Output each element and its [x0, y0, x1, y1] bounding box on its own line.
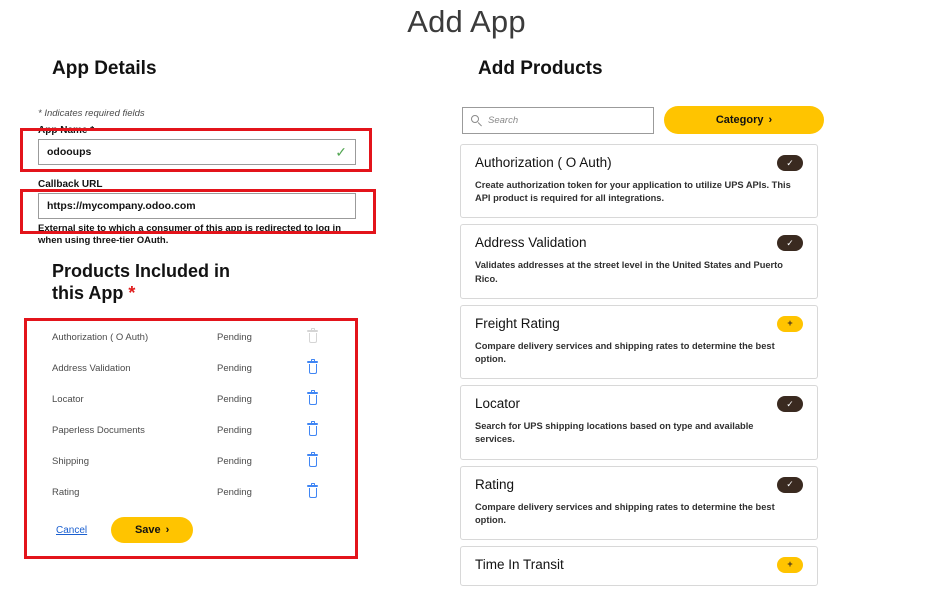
- product-card[interactable]: Authorization ( O Auth) ✓ Create authoriza…: [460, 144, 818, 219]
- product-add-icon[interactable]: +: [777, 315, 803, 332]
- delete-product-button[interactable]: [307, 389, 331, 408]
- required-asterisk: *: [128, 283, 136, 304]
- product-card-description: Validates addresses at the street level …: [475, 260, 783, 284]
- status-badge: Pending: [217, 487, 252, 498]
- callback-url-helper-text: External site to which a consumer of thi…: [38, 223, 342, 247]
- search-input[interactable]: Search: [462, 106, 654, 134]
- product-card-title: Address Validation: [475, 235, 587, 251]
- badge-glyph: +: [787, 559, 793, 570]
- table-row: Rating Pending: [28, 477, 353, 508]
- app-name-field-group: App Name * odooups ✓: [38, 125, 356, 165]
- product-card-list: Authorization ( O Auth) ✓ Create authoriza…: [460, 144, 933, 586]
- included-product-name: Shipping: [52, 456, 89, 467]
- delete-product-button[interactable]: [307, 420, 331, 439]
- table-row: Locator Pending: [28, 384, 353, 415]
- product-add-icon[interactable]: +: [777, 556, 803, 573]
- save-button[interactable]: Save ›: [111, 517, 194, 543]
- badge-glyph: +: [787, 318, 793, 329]
- delete-product-button[interactable]: [307, 358, 331, 377]
- included-products-panel: Authorization ( O Auth) Pending Address Va…: [28, 322, 353, 554]
- add-app-page: Add App App Details * Indicates required…: [0, 0, 933, 614]
- required-fields-note: * Indicates required fields: [38, 108, 145, 119]
- product-selected-check-icon[interactable]: ✓: [777, 155, 803, 171]
- search-placeholder: Search: [488, 114, 519, 126]
- product-selected-check-icon[interactable]: ✓: [777, 476, 803, 493]
- add-products-heading: Add Products: [478, 58, 603, 79]
- products-included-heading: Products Included in this App *: [52, 261, 252, 305]
- table-row: Paperless Documents Pending: [28, 415, 353, 446]
- category-button[interactable]: Category ›: [664, 106, 824, 134]
- delete-product-button[interactable]: [307, 451, 331, 470]
- trash-icon: [307, 482, 318, 498]
- table-row: Shipping Pending: [28, 446, 353, 477]
- product-card-description: Create authorization token for your appl…: [475, 180, 791, 204]
- save-button-label: Save: [134, 524, 161, 536]
- badge-glyph: ✓: [786, 398, 794, 409]
- product-card-description: Search for UPS shipping locations based …: [475, 421, 754, 445]
- status-badge: Pending: [217, 394, 252, 405]
- product-card[interactable]: Rating ✓ Compare delivery services and shi…: [460, 465, 818, 540]
- product-card-title: Locator: [475, 396, 521, 412]
- app-name-value: odooups: [47, 146, 92, 158]
- app-details-panel: App Details * Indicates required fields …: [0, 58, 420, 305]
- page-title: Add App: [407, 4, 526, 39]
- included-product-name: Authorization ( O Auth): [52, 332, 149, 343]
- product-card-description: Compare delivery services and shipping r…: [475, 501, 775, 525]
- included-product-name: Locator: [52, 394, 84, 405]
- product-card[interactable]: Address Validation ✓ Validates addresses a…: [460, 224, 818, 299]
- product-card-title: Authorization ( O Auth): [475, 155, 612, 170]
- check-icon: ✓: [335, 144, 347, 160]
- chevron-right-icon: ›: [165, 524, 170, 536]
- product-card-title: Rating: [475, 476, 515, 492]
- status-badge: Pending: [217, 456, 252, 467]
- app-details-heading: App Details: [52, 58, 157, 79]
- product-card-title: Freight Rating: [475, 315, 560, 331]
- category-button-label: Category: [715, 114, 764, 126]
- cancel-link[interactable]: Cancel: [56, 525, 87, 536]
- trash-icon: [307, 358, 318, 374]
- delete-product-button[interactable]: [307, 482, 331, 501]
- included-products-list: Authorization ( O Auth) Pending Address Va…: [28, 322, 353, 508]
- callback-url-input[interactable]: https://mycompany.odoo.com: [38, 193, 356, 219]
- status-badge: Pending: [217, 332, 252, 343]
- callback-url-field-group: Callback URL https://mycompany.odoo.com: [38, 179, 356, 219]
- product-card[interactable]: Locator ✓ Search for UPS shipping location…: [460, 385, 818, 460]
- trash-icon: [307, 327, 318, 343]
- status-badge: Pending: [217, 363, 252, 374]
- status-badge: Pending: [217, 425, 252, 436]
- product-card[interactable]: Time In Transit +: [460, 545, 818, 586]
- callback-url-label: Callback URL: [38, 179, 103, 190]
- product-card-description: Compare delivery services and shipping r…: [475, 340, 775, 364]
- badge-glyph: ✓: [786, 157, 794, 168]
- chevron-right-icon: ›: [768, 114, 773, 126]
- app-name-input[interactable]: odooups ✓: [38, 139, 356, 165]
- table-row: Address Validation Pending: [28, 353, 353, 384]
- products-included-heading-text: Products Included in this App: [52, 261, 231, 304]
- add-products-panel: Add Products Search Category › Authoriza…: [460, 58, 933, 592]
- table-row: Authorization ( O Auth) Pending: [28, 322, 353, 353]
- product-selected-check-icon[interactable]: ✓: [777, 396, 803, 413]
- badge-glyph: ✓: [786, 237, 794, 248]
- delete-product-button: [307, 327, 331, 346]
- app-name-label: App Name *: [38, 125, 95, 136]
- search-icon: [471, 114, 482, 127]
- included-product-name: Rating: [52, 487, 80, 498]
- products-toolbar: Search Category ›: [462, 106, 933, 134]
- form-actions: Cancel Save ›: [28, 517, 353, 543]
- product-selected-check-icon[interactable]: ✓: [777, 235, 803, 252]
- badge-glyph: ✓: [786, 479, 794, 489]
- trash-icon: [307, 420, 318, 436]
- trash-icon: [307, 451, 318, 467]
- trash-icon: [307, 389, 318, 405]
- included-product-name: Address Validation: [52, 363, 131, 374]
- product-card[interactable]: Freight Rating + Compare delivery services…: [460, 304, 818, 380]
- product-card-title: Time In Transit: [475, 556, 564, 572]
- included-product-name: Paperless Documents: [52, 425, 145, 436]
- callback-url-value: https://mycompany.odoo.com: [47, 200, 196, 212]
